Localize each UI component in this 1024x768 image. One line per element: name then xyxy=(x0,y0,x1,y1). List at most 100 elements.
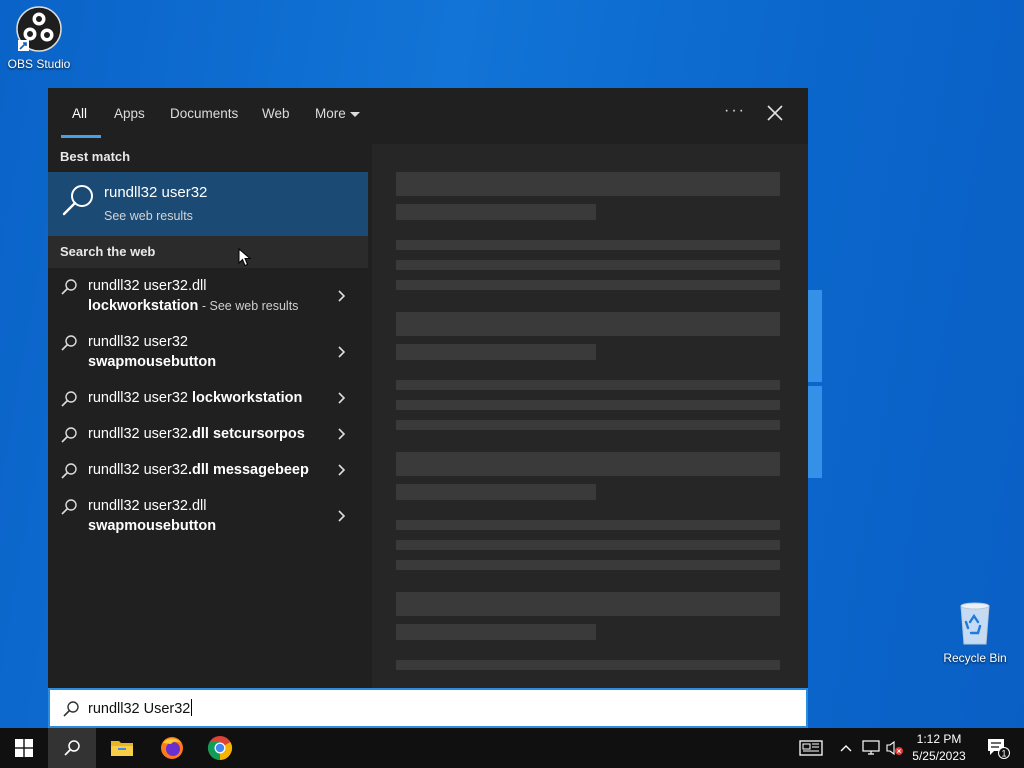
search-box[interactable]: rundll32 User32 xyxy=(48,688,808,728)
loading-placeholder xyxy=(396,400,780,410)
best-match-subtitle: See web results xyxy=(104,209,193,223)
chevron-right-icon[interactable] xyxy=(336,464,348,476)
search-icon xyxy=(61,335,77,351)
desktop-light-ray xyxy=(806,290,822,382)
taskbar: 1:12 PM 5/25/2023 1 xyxy=(0,728,1024,768)
taskbar-chrome[interactable] xyxy=(196,728,244,768)
windows-start-icon xyxy=(15,739,33,757)
desktop-icon-recycle-bin[interactable]: Recycle Bin xyxy=(940,600,1010,665)
taskbar-firefox[interactable] xyxy=(148,728,196,768)
chevron-right-icon[interactable] xyxy=(336,392,348,404)
chevron-right-icon[interactable] xyxy=(336,346,348,358)
suggestion-text: rundll32 user32 xyxy=(88,462,188,478)
best-match-heading: Best match xyxy=(60,149,131,164)
notification-count: 1 xyxy=(1001,749,1006,759)
firefox-icon xyxy=(161,737,183,759)
loading-placeholder xyxy=(396,280,780,290)
web-suggestion-item[interactable]: rundll32 user32 swapmousebutton xyxy=(48,332,368,376)
suggestion-bold-text: .dll messagebeep xyxy=(187,462,309,478)
loading-placeholder xyxy=(396,520,780,530)
loading-placeholder xyxy=(396,592,780,616)
news-icon xyxy=(799,740,823,756)
web-suggestion-item[interactable]: rundll32 user32.dll setcursorpos xyxy=(48,424,368,446)
taskbar-search-button[interactable] xyxy=(48,728,96,768)
loading-placeholder xyxy=(396,420,780,430)
search-icon xyxy=(62,185,93,216)
tab-web[interactable]: Web xyxy=(262,106,290,121)
web-suggestion-item[interactable]: rundll32 user32.dll lockworkstation - See… xyxy=(48,276,368,320)
close-icon[interactable] xyxy=(764,102,786,124)
tab-more[interactable]: More xyxy=(315,106,360,121)
tab-all[interactable]: All xyxy=(72,106,87,121)
search-input[interactable]: rundll32 User32 xyxy=(88,699,193,717)
mouse-cursor-icon xyxy=(238,248,252,267)
search-icon xyxy=(61,391,77,407)
recycle-bin-icon xyxy=(960,602,990,645)
loading-placeholder xyxy=(396,344,596,360)
taskbar-clock[interactable]: 1:12 PM 5/25/2023 xyxy=(904,731,974,765)
chevron-right-icon[interactable] xyxy=(336,510,348,522)
loading-placeholder xyxy=(396,660,780,670)
loading-placeholder xyxy=(396,312,780,336)
loading-placeholder xyxy=(396,260,780,270)
suggestion-text: rundll32 user32.dll xyxy=(88,278,207,294)
tray-news[interactable] xyxy=(796,728,826,768)
search-icon xyxy=(63,701,79,717)
desktop-icon-label: OBS Studio xyxy=(7,57,71,71)
results-list: Best match rundll32 user32 See web resul… xyxy=(48,144,368,688)
chevron-up-icon xyxy=(840,745,852,752)
search-web-heading: Search the web xyxy=(48,236,368,268)
best-match-item[interactable]: rundll32 user32 See web results xyxy=(48,172,368,236)
suggestion-text: rundll32 user32 xyxy=(88,390,192,406)
search-icon xyxy=(61,463,77,479)
chevron-right-icon[interactable] xyxy=(336,428,348,440)
taskbar-file-explorer[interactable] xyxy=(98,728,146,768)
loading-placeholder xyxy=(396,240,780,250)
tray-network[interactable] xyxy=(860,728,882,768)
suggestion-text: rundll32 user32.dll xyxy=(88,498,207,514)
action-center-button[interactable]: 1 xyxy=(978,728,1018,768)
best-match-title: rundll32 user32 xyxy=(104,184,208,201)
file-explorer-icon xyxy=(111,741,133,756)
loading-placeholder xyxy=(396,484,596,500)
more-options-icon[interactable]: ··· xyxy=(724,102,746,120)
chevron-right-icon[interactable] xyxy=(336,290,348,302)
suggestion-subtext: - See web results xyxy=(198,299,299,313)
tab-documents[interactable]: Documents xyxy=(170,106,238,121)
start-button[interactable] xyxy=(0,728,48,768)
loading-placeholder xyxy=(396,452,780,476)
obs-studio-icon xyxy=(16,6,62,52)
volume-muted-icon xyxy=(886,740,903,756)
tray-volume[interactable] xyxy=(884,728,906,768)
web-suggestion-item[interactable]: rundll32 user32.dll swapmousebutton xyxy=(48,496,368,540)
notification-icon: 1 xyxy=(988,739,1010,759)
search-icon xyxy=(64,740,80,756)
clock-date: 5/25/2023 xyxy=(912,749,966,763)
suggestion-bold-text: lockworkstation xyxy=(192,390,303,406)
preview-pane-loading xyxy=(372,144,808,688)
caret-down-icon xyxy=(349,111,360,117)
loading-placeholder xyxy=(396,172,780,196)
network-icon xyxy=(862,740,880,755)
tab-more-label: More xyxy=(315,106,346,121)
tray-show-hidden[interactable] xyxy=(836,728,856,768)
tab-apps[interactable]: Apps xyxy=(114,106,145,121)
text-caret xyxy=(191,699,193,716)
search-icon xyxy=(61,427,77,443)
web-suggestion-item[interactable]: rundll32 user32.dll messagebeep xyxy=(48,460,368,482)
search-tabs: All Apps Documents Web More ··· xyxy=(48,88,808,138)
desktop-icon-obs-studio[interactable]: OBS Studio xyxy=(4,6,74,71)
chrome-icon xyxy=(207,736,233,760)
suggestion-bold-text: lockworkstation xyxy=(88,298,199,314)
loading-placeholder xyxy=(396,380,780,390)
active-tab-indicator xyxy=(61,135,101,138)
suggestion-bold-text: swapmousebutton xyxy=(88,354,217,370)
web-suggestion-item[interactable]: rundll32 user32 lockworkstation xyxy=(48,388,368,410)
suggestion-bold-text: .dll setcursorpos xyxy=(187,426,305,442)
suggestion-text: rundll32 user32 xyxy=(88,426,188,442)
loading-placeholder xyxy=(396,560,780,570)
loading-placeholder xyxy=(396,204,596,220)
loading-placeholder xyxy=(396,540,780,550)
desktop-light-ray xyxy=(806,386,822,478)
search-panel: All Apps Documents Web More ··· Best mat… xyxy=(48,88,808,688)
